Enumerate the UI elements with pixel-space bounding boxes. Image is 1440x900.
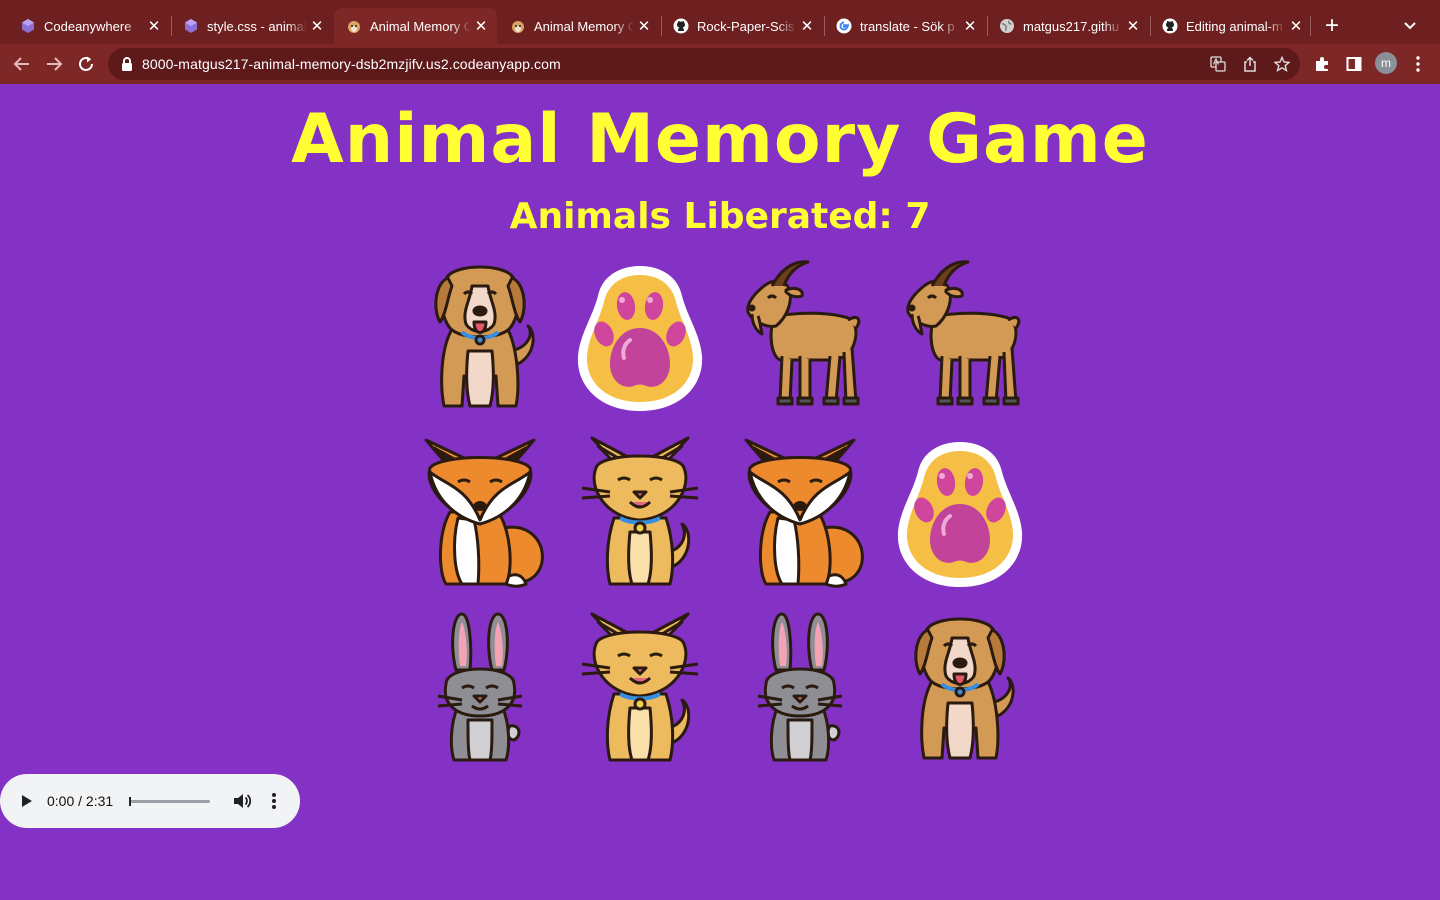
- github-icon: [673, 18, 689, 34]
- tab-animal-memory-active[interactable]: Animal Memory G ✕: [334, 8, 497, 44]
- goat-icon: [906, 260, 1021, 406]
- side-panel-icon[interactable]: [1344, 54, 1364, 74]
- dog-icon: [510, 18, 526, 34]
- address-bar[interactable]: 8000-matgus217-animal-memory-dsb2mzjifv.…: [108, 48, 1300, 80]
- card-rabbit[interactable]: [720, 600, 880, 776]
- globe-icon: [999, 18, 1015, 34]
- rabbit-icon: [436, 612, 524, 762]
- codeanywhere-icon: [20, 18, 36, 34]
- url-text[interactable]: 8000-matgus217-animal-memory-dsb2mzjifv.…: [142, 56, 561, 72]
- browser-toolbar: 8000-matgus217-animal-memory-dsb2mzjifv.…: [0, 44, 1440, 84]
- audio-time: 0:00 / 2:31: [47, 793, 114, 809]
- forward-arrow-icon[interactable]: [40, 50, 68, 78]
- dog-icon: [433, 265, 536, 408]
- audio-more-options-icon[interactable]: [264, 791, 284, 811]
- tab-title: Editing animal-m: [1186, 18, 1283, 34]
- play-icon[interactable]: [16, 791, 36, 811]
- rabbit-icon: [756, 612, 844, 762]
- tab-title: style.css - animal: [207, 18, 307, 34]
- tab-title: Rock-Paper-Scis: [697, 18, 795, 34]
- tab-title: translate - Sök p: [860, 18, 955, 34]
- tab-matgus217-github-io[interactable]: matgus217.githu ✕: [987, 8, 1149, 44]
- close-tab-icon[interactable]: ✕: [307, 16, 327, 36]
- bookmark-star-icon[interactable]: [1272, 54, 1292, 74]
- paw-icon: [575, 264, 705, 413]
- cat-icon: [580, 436, 700, 586]
- close-tab-icon[interactable]: ✕: [960, 16, 980, 36]
- close-tab-icon[interactable]: ✕: [797, 16, 817, 36]
- tab-translate[interactable]: translate - Sök p ✕: [824, 8, 986, 44]
- page-title: Animal Memory Game: [291, 100, 1149, 179]
- card-goat[interactable]: [720, 248, 880, 424]
- cat-icon: [580, 612, 700, 762]
- card-fox[interactable]: [720, 424, 880, 600]
- lock-icon[interactable]: [120, 56, 134, 72]
- extensions-puzzle-icon[interactable]: [1312, 54, 1332, 74]
- new-tab-button[interactable]: +: [1318, 12, 1346, 40]
- memory-game-board: [400, 248, 1040, 776]
- google-icon: [836, 18, 852, 34]
- card-dog[interactable]: [400, 248, 560, 424]
- paw-icon: [895, 440, 1025, 589]
- tab-title: matgus217.githu: [1023, 18, 1120, 34]
- translate-icon[interactable]: [1208, 54, 1228, 74]
- tab-title: Animal Memory G: [370, 18, 471, 34]
- github-icon: [1162, 18, 1178, 34]
- card-cat[interactable]: [560, 600, 720, 776]
- tab-codeanywhere[interactable]: Codeanywhere ✕: [8, 8, 170, 44]
- card-goat[interactable]: [880, 248, 1040, 424]
- card-fox[interactable]: [400, 424, 560, 600]
- close-tab-icon[interactable]: ✕: [471, 16, 491, 36]
- liberated-counter: Animals Liberated: 7: [509, 196, 931, 237]
- close-tab-icon[interactable]: ✕: [1123, 16, 1143, 36]
- card-paw-back[interactable]: [560, 248, 720, 424]
- tab-title: Codeanywhere: [44, 18, 132, 34]
- tab-separator: [1310, 16, 1311, 36]
- audio-seek-bar[interactable]: [130, 800, 210, 803]
- reload-icon[interactable]: [72, 50, 100, 78]
- card-paw-back[interactable]: [880, 424, 1040, 600]
- back-arrow-icon[interactable]: [8, 50, 36, 78]
- codeanywhere-icon: [183, 18, 199, 34]
- goat-icon: [746, 260, 861, 406]
- close-tab-icon[interactable]: ✕: [634, 16, 654, 36]
- tab-rock-paper-scissors[interactable]: Rock-Paper-Scis ✕: [661, 8, 823, 44]
- close-tab-icon[interactable]: ✕: [144, 16, 164, 36]
- audio-seek-thumb[interactable]: [129, 797, 131, 806]
- share-icon[interactable]: [1240, 54, 1260, 74]
- fox-icon: [424, 438, 544, 588]
- tab-animal-memory[interactable]: Animal Memory G ✕: [498, 8, 660, 44]
- dog-icon: [913, 617, 1016, 760]
- tab-editing-animal-memory[interactable]: Editing animal-m ✕: [1150, 8, 1312, 44]
- kebab-menu-icon[interactable]: [1408, 54, 1428, 74]
- audio-player: 0:00 / 2:31: [0, 774, 300, 828]
- card-rabbit[interactable]: [400, 600, 560, 776]
- tab-strip: Codeanywhere ✕ style.css - animal ✕ Anim…: [0, 0, 1440, 44]
- tab-style-css[interactable]: style.css - animal ✕: [171, 8, 333, 44]
- dog-icon: [346, 18, 362, 34]
- tab-search-chevron-icon[interactable]: [1398, 14, 1422, 38]
- card-dog[interactable]: [880, 600, 1040, 776]
- card-cat[interactable]: [560, 424, 720, 600]
- tab-title: Animal Memory G: [534, 18, 634, 34]
- fox-icon: [744, 438, 864, 588]
- profile-avatar[interactable]: m: [1375, 52, 1397, 74]
- volume-icon[interactable]: [232, 791, 252, 811]
- close-tab-icon[interactable]: ✕: [1286, 16, 1306, 36]
